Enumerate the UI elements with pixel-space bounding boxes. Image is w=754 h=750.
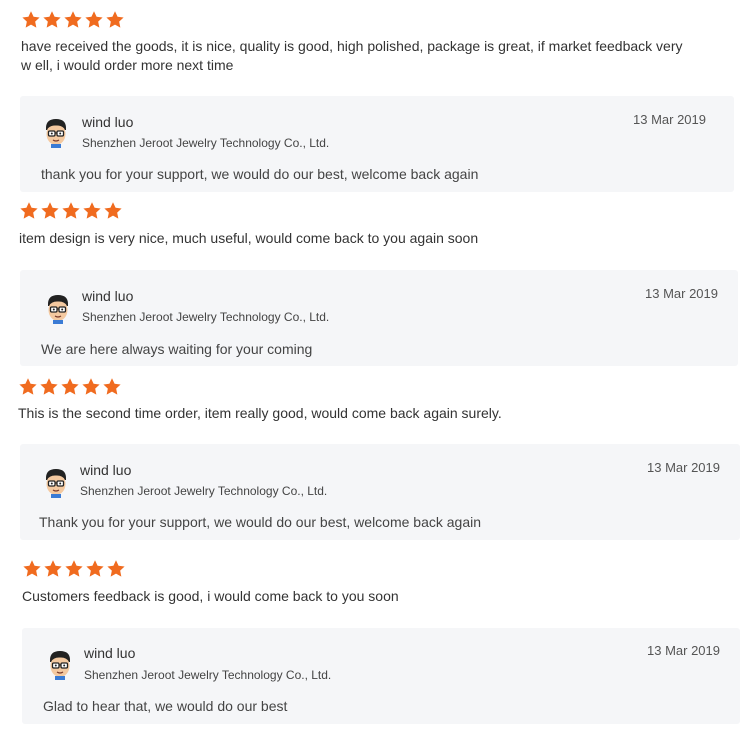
reply-text: Thank you for your support, we would do … — [39, 514, 482, 530]
star-icon — [44, 560, 62, 577]
reply-company: Shenzhen Jeroot Jewelry Technology Co., … — [82, 136, 330, 150]
reply-author: wind luo — [82, 114, 134, 130]
star-icon — [62, 202, 80, 219]
reply-text: We are here always waiting for your comi… — [41, 341, 313, 357]
review-text: have received the goods, it is nice, qua… — [21, 38, 683, 73]
seller-reply: wind luo Shenzhen Jeroot Jewelry Technol… — [22, 628, 740, 724]
seller-reply: wind luo Shenzhen Jeroot Jewelry Technol… — [20, 96, 734, 192]
reply-author: wind luo — [84, 645, 136, 661]
star-icon — [41, 202, 59, 219]
avatar-glasses-icon — [40, 466, 72, 498]
rating-stars — [22, 559, 126, 579]
reply-author: wind luo — [82, 288, 134, 304]
star-icon — [40, 378, 58, 395]
star-icon — [61, 378, 79, 395]
star-icon — [103, 378, 121, 395]
reply-text: thank you for your support, we would do … — [41, 166, 479, 182]
reply-date: 13 Mar 2019 — [645, 286, 718, 301]
star-icon — [106, 11, 124, 28]
reply-company: Shenzhen Jeroot Jewelry Technology Co., … — [80, 484, 328, 498]
star-icon — [82, 378, 100, 395]
star-icon — [65, 560, 83, 577]
star-icon — [107, 560, 125, 577]
seller-reply: wind luo Shenzhen Jeroot Jewelry Technol… — [20, 270, 738, 366]
reply-text: Glad to hear that, we would do our best — [43, 698, 288, 714]
star-icon — [86, 560, 104, 577]
reply-date: 13 Mar 2019 — [633, 112, 706, 127]
rating-stars — [18, 377, 122, 397]
rating-stars — [21, 10, 125, 30]
rating-stars — [19, 201, 123, 221]
avatar-glasses-icon — [40, 116, 72, 148]
reply-date: 13 Mar 2019 — [647, 460, 720, 475]
star-icon — [20, 202, 38, 219]
star-icon — [64, 11, 82, 28]
avatar-glasses-icon — [44, 648, 76, 680]
star-icon — [104, 202, 122, 219]
review-text: item design is very nice, much useful, w… — [19, 230, 479, 246]
star-icon — [43, 11, 61, 28]
reply-date: 13 Mar 2019 — [647, 643, 720, 658]
star-icon — [23, 560, 41, 577]
star-icon — [83, 202, 101, 219]
star-icon — [19, 378, 37, 395]
star-icon — [22, 11, 40, 28]
star-icon — [85, 11, 103, 28]
seller-reply: wind luo Shenzhen Jeroot Jewelry Technol… — [20, 444, 740, 540]
reply-company: Shenzhen Jeroot Jewelry Technology Co., … — [82, 310, 330, 324]
reply-company: Shenzhen Jeroot Jewelry Technology Co., … — [84, 668, 332, 682]
reply-author: wind luo — [80, 462, 132, 478]
avatar-glasses-icon — [42, 292, 74, 324]
review-text: This is the second time order, item real… — [18, 405, 502, 421]
review-text: Customers feedback is good, i would come… — [22, 588, 399, 604]
